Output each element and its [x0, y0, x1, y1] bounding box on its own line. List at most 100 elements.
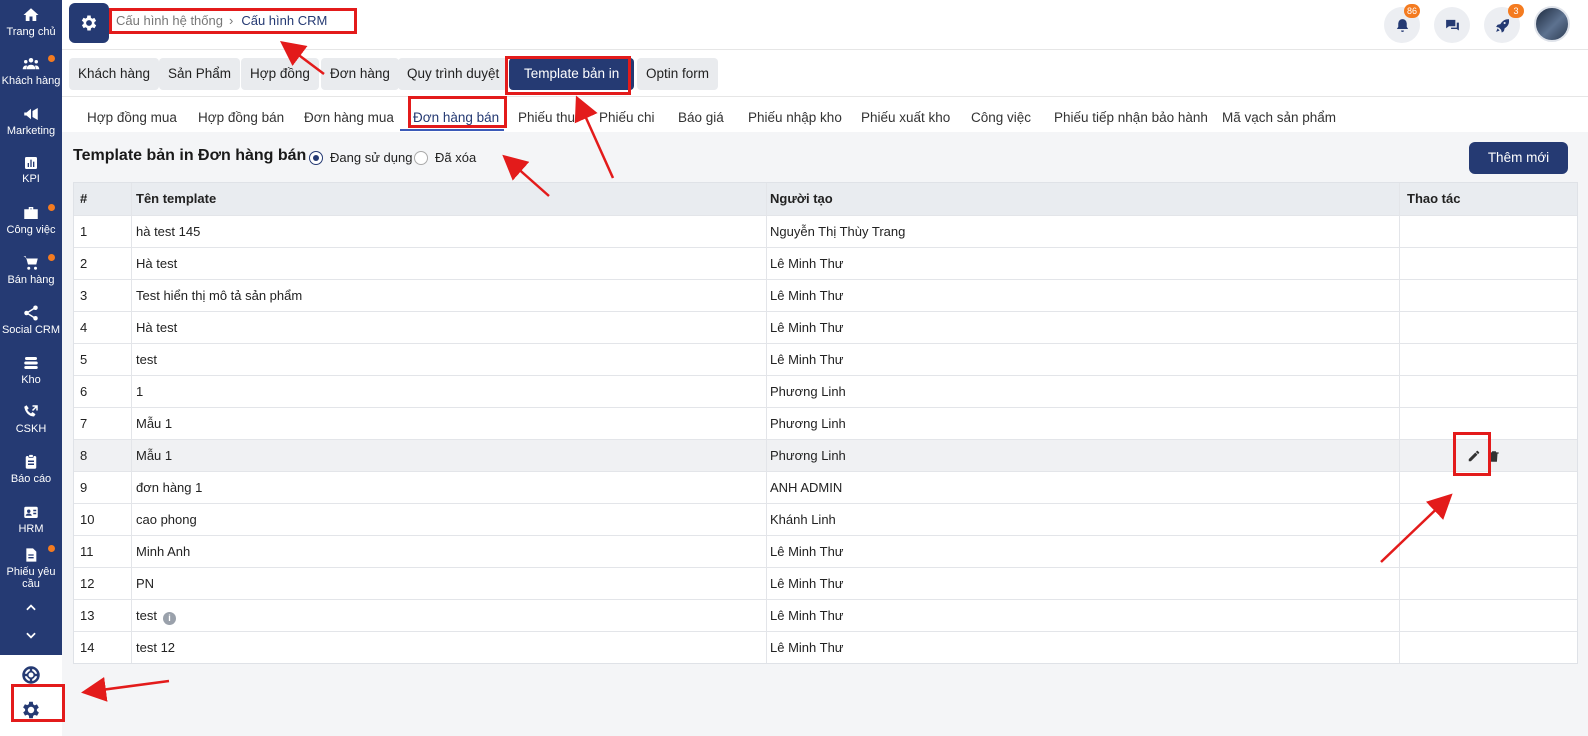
table-row[interactable]: 4 Hà test Lê Minh Thư	[74, 311, 1577, 343]
tab-print-templates[interactable]: Template bản in	[509, 58, 635, 90]
table-row-hovered[interactable]: 8 Mẫu 1 Phương Linh	[74, 439, 1577, 471]
bell-icon	[1396, 18, 1408, 32]
sidebar-item-reports[interactable]: Báo cáo	[0, 453, 62, 485]
tab-customers[interactable]: Khách hàng	[69, 58, 160, 90]
tab-goods-receipt[interactable]: Phiếu nhập kho	[748, 110, 842, 125]
breadcrumb-system-config[interactable]: Cấu hình hệ thống	[116, 13, 223, 28]
edit-button[interactable]	[1466, 448, 1482, 464]
gear-icon	[81, 15, 97, 31]
cell-creator: Lê Minh Thư	[770, 640, 844, 655]
notifications-badge: 86	[1404, 4, 1421, 18]
cell-creator: Lê Minh Thư	[770, 320, 844, 335]
table-row[interactable]: 10 cao phong Khánh Linh	[74, 503, 1577, 535]
cell-name: test i	[136, 600, 176, 631]
table-row[interactable]: 11 Minh Anh Lê Minh Thư	[74, 535, 1577, 567]
table-row[interactable]: 12 PN Lê Minh Thư	[74, 567, 1577, 599]
avatar[interactable]	[1534, 6, 1570, 42]
filter-active-radio[interactable]: Đang sử dụng	[309, 150, 412, 165]
filter-active-label: Đang sử dụng	[330, 150, 413, 165]
settings-home-button[interactable]	[69, 3, 109, 43]
col-header-index: #	[80, 191, 88, 206]
notification-dot	[48, 204, 55, 211]
tab-warranty-receipt[interactable]: Phiếu tiếp nhận bảo hành	[1054, 110, 1208, 125]
cell-name: test	[136, 352, 157, 367]
table-row[interactable]: 2 Hà test Lê Minh Thư	[74, 247, 1577, 279]
sidebar-scroll-up[interactable]	[0, 601, 62, 617]
id-badge-icon	[24, 506, 38, 518]
cell-index: 12	[80, 576, 95, 591]
sidebar-item-label: Công việc	[6, 224, 56, 236]
sidebar-item-warehouse[interactable]: Kho	[0, 354, 62, 386]
cell-name: Test hiển thị mô tả sản phẩm	[136, 288, 303, 303]
document-icon	[26, 548, 37, 562]
radio-icon	[414, 150, 428, 165]
table-row[interactable]: 13 test i Lê Minh Thư	[74, 599, 1577, 631]
table-header: # Tên template Người tạo Thao tác	[74, 183, 1577, 215]
tab-optin-form[interactable]: Optin form	[637, 58, 719, 90]
notifications-button[interactable]: 86	[1384, 4, 1421, 43]
cell-creator: Lê Minh Thư	[770, 608, 844, 623]
tab-sales-order[interactable]: Đơn hàng bán	[413, 110, 499, 125]
tab-orders[interactable]: Đơn hàng	[321, 58, 399, 90]
cell-name: Mẫu 1	[136, 416, 173, 431]
table-row[interactable]: 9 đơn hàng 1 ANH ADMIN	[74, 471, 1577, 503]
delete-button[interactable]	[1486, 448, 1502, 464]
cell-name: đơn hàng 1	[136, 480, 203, 495]
table-row[interactable]: 6 1 Phương Linh	[74, 375, 1577, 407]
users-icon	[22, 58, 40, 70]
tab-product-barcode[interactable]: Mã vạch sản phẩm	[1222, 110, 1336, 125]
sidebar-item-marketing[interactable]: Marketing	[0, 105, 62, 137]
info-icon[interactable]: i	[162, 612, 176, 625]
sidebar-item-hrm[interactable]: HRM	[0, 503, 62, 535]
settings-button[interactable]	[20, 699, 42, 726]
home-icon	[23, 8, 39, 21]
sidebar-item-customer-care[interactable]: CSKH	[0, 403, 62, 435]
page-title: Template bản in Đơn hàng bán	[73, 147, 307, 164]
col-header-actions: Thao tác	[1407, 191, 1461, 206]
lifebuoy-icon	[22, 666, 40, 684]
sidebar-item-label: Trang chủ	[6, 26, 56, 38]
add-template-button[interactable]: Thêm mới	[1469, 142, 1568, 174]
sidebar-item-requests[interactable]: Phiếu yêu cầu	[0, 546, 62, 590]
phone-icon	[24, 405, 38, 417]
tab-approval-process[interactable]: Quy trình duyệt	[398, 58, 509, 90]
tab-sales-contract[interactable]: Hợp đồng bán	[198, 110, 284, 125]
sidebar-item-home[interactable]: Trang chủ	[0, 6, 62, 38]
col-header-creator: Người tạo	[770, 191, 833, 206]
cell-creator: Lê Minh Thư	[770, 256, 844, 271]
chat-button[interactable]	[1434, 7, 1470, 43]
filter-deleted-radio[interactable]: Đã xóa	[414, 150, 476, 165]
tab-receipt[interactable]: Phiếu thu	[518, 110, 575, 125]
tab-tasks[interactable]: Công việc	[971, 110, 1031, 125]
cell-index: 1	[80, 224, 88, 239]
sidebar-item-label: Khách hàng	[1, 75, 61, 87]
active-tab-indicator	[400, 129, 504, 131]
sidebar-scroll-down[interactable]	[0, 628, 62, 644]
tab-purchase-order[interactable]: Đơn hàng mua	[304, 110, 394, 125]
sidebar-item-label: Social CRM	[1, 324, 61, 336]
chevron-right-icon: ›	[228, 13, 234, 28]
tab-quotation[interactable]: Báo giá	[678, 110, 724, 125]
tab-goods-issue[interactable]: Phiếu xuất kho	[861, 110, 950, 125]
rocket-button[interactable]: 3	[1484, 4, 1524, 43]
table-row[interactable]: 14 test 12 Lê Minh Thư	[74, 631, 1577, 663]
sidebar-item-kpi[interactable]: KPI	[0, 155, 62, 185]
breadcrumb: Cấu hình hệ thống › Cấu hình CRM	[116, 13, 327, 28]
tab-purchase-contract[interactable]: Hợp đồng mua	[87, 110, 177, 125]
table-row[interactable]: 5 test Lê Minh Thư	[74, 343, 1577, 375]
tab-payment[interactable]: Phiếu chi	[599, 110, 655, 125]
table-row[interactable]: 1 hà test 145 Nguyễn Thị Thùy Trang	[74, 215, 1577, 247]
tab-products[interactable]: Sản Phẩm	[159, 58, 241, 90]
tab-contracts[interactable]: Hợp đồng	[241, 58, 319, 90]
sidebar-item-label: Kho	[21, 374, 41, 386]
cell-index: 6	[80, 384, 88, 399]
cell-index: 13	[80, 608, 95, 623]
support-button[interactable]	[21, 665, 41, 690]
table-row[interactable]: 7 Mẫu 1 Phương Linh	[74, 407, 1577, 439]
cell-creator: Phương Linh	[770, 448, 846, 463]
table-row[interactable]: 3 Test hiển thị mô tả sản phẩm Lê Minh Thư	[74, 279, 1577, 311]
cell-index: 9	[80, 480, 88, 495]
cell-index: 8	[80, 448, 88, 463]
sidebar-item-social-crm[interactable]: Social CRM	[0, 304, 62, 336]
cell-creator: Phương Linh	[770, 384, 846, 399]
